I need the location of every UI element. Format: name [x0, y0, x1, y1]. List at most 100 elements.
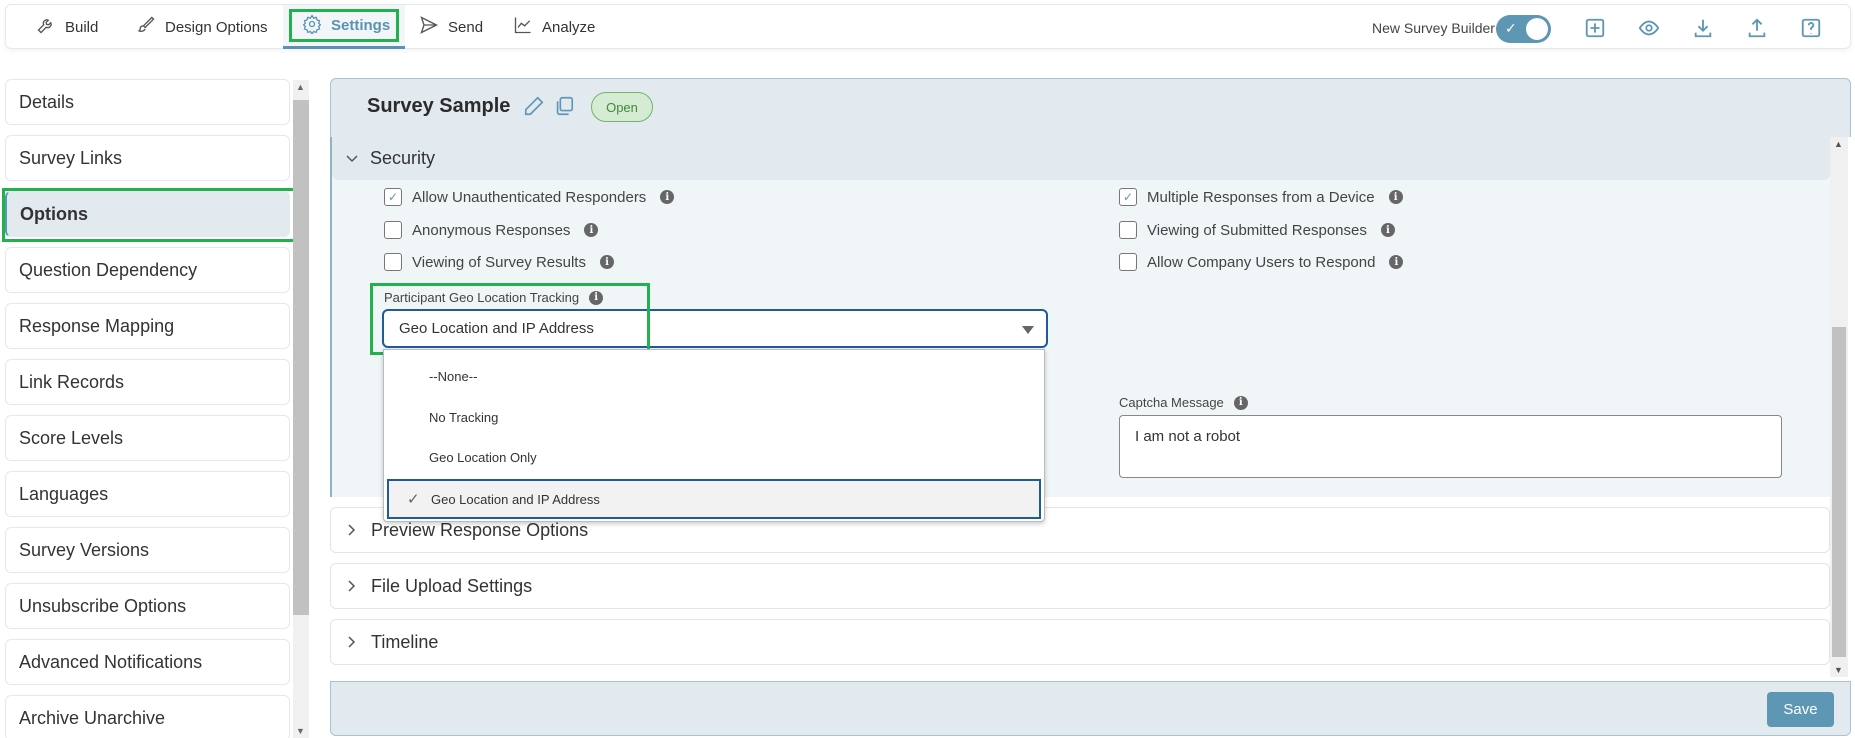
- option-label: Anonymous Responses: [412, 221, 571, 239]
- tab-settings[interactable]: Settings: [283, 5, 405, 49]
- checkbox-unchecked[interactable]: [1119, 221, 1137, 239]
- sidebar-item-label: Unsubscribe Options: [19, 595, 187, 616]
- info-icon[interactable]: i: [1389, 255, 1404, 269]
- tab-design-options[interactable]: Design Options: [136, 5, 268, 49]
- sidebar-item-link-records[interactable]: Link Records: [5, 359, 290, 405]
- info-icon[interactable]: i: [1233, 395, 1248, 410]
- sidebar-item-survey-versions[interactable]: Survey Versions: [5, 527, 290, 573]
- security-section-header[interactable]: Security: [332, 137, 1830, 180]
- sidebar-item-options[interactable]: Options: [2, 188, 300, 242]
- option-viewing-submitted-responses[interactable]: Viewing of Submitted Responses i: [1119, 221, 1395, 239]
- survey-header: Survey Sample Open: [330, 78, 1851, 137]
- pencil-icon[interactable]: [523, 95, 545, 117]
- info-icon[interactable]: i: [660, 190, 675, 204]
- sidebar-item-score-levels[interactable]: Score Levels: [5, 415, 290, 461]
- section-file-upload-settings[interactable]: File Upload Settings: [330, 563, 1830, 609]
- option-label: Viewing of Survey Results: [412, 253, 586, 271]
- section-title: Timeline: [371, 631, 439, 652]
- save-button[interactable]: Save: [1767, 692, 1834, 727]
- chevron-right-icon: [343, 522, 359, 538]
- sidebar-item-label: Languages: [19, 483, 109, 504]
- info-icon[interactable]: i: [584, 223, 599, 237]
- scrollbar-thumb[interactable]: [1832, 327, 1846, 657]
- tab-build[interactable]: Build: [36, 5, 98, 49]
- dropdown-option-geo-only[interactable]: Geo Location Only: [384, 437, 1044, 477]
- upload-icon[interactable]: [1746, 17, 1768, 39]
- check-icon: ✓: [1505, 20, 1517, 36]
- highlight-box: [289, 9, 399, 42]
- info-icon[interactable]: i: [589, 290, 604, 305]
- option-label: No Tracking: [429, 409, 499, 425]
- sidebar-item-label: Link Records: [19, 371, 125, 392]
- dropdown-option-no-tracking[interactable]: No Tracking: [384, 397, 1044, 437]
- chevron-right-icon: [343, 634, 359, 650]
- scroll-down-arrow-icon[interactable]: ▼: [296, 726, 305, 736]
- sidebar-item-unsubscribe-options[interactable]: Unsubscribe Options: [5, 583, 290, 629]
- sidebar-item-label: Archive Unarchive: [19, 707, 166, 728]
- main-scrollbar[interactable]: ▲ ▼: [1830, 137, 1848, 677]
- option-allow-company-users[interactable]: Allow Company Users to Respond i: [1119, 253, 1404, 271]
- option-anonymous-responses[interactable]: Anonymous Responses i: [384, 221, 599, 239]
- section-title: Preview Response Options: [371, 519, 589, 540]
- geo-tracking-dropdown-menu: --None-- No Tracking Geo Location Only ✓…: [383, 349, 1045, 522]
- scroll-up-arrow-icon[interactable]: ▲: [1834, 139, 1843, 149]
- dropdown-option-geo-and-ip[interactable]: ✓ Geo Location and IP Address: [387, 479, 1041, 519]
- section-timeline[interactable]: Timeline: [330, 619, 1830, 665]
- dropdown-option-none[interactable]: --None--: [384, 356, 1044, 396]
- new-survey-builder-label: New Survey Builder: [1372, 20, 1495, 36]
- option-label: Multiple Responses from a Device: [1147, 188, 1375, 206]
- sidebar-item-label: Survey Links: [19, 147, 123, 168]
- dropdown-caret-icon: [1022, 326, 1034, 334]
- tab-send[interactable]: Send: [419, 5, 483, 49]
- wrench-icon: [36, 15, 56, 39]
- scroll-down-arrow-icon[interactable]: ▼: [1834, 665, 1843, 675]
- sidebar-item-advanced-notifications[interactable]: Advanced Notifications: [5, 639, 290, 685]
- checkbox-unchecked[interactable]: [384, 253, 402, 271]
- sidebar-item-archive-unarchive[interactable]: Archive Unarchive: [5, 695, 290, 738]
- info-icon[interactable]: i: [1380, 223, 1395, 237]
- tab-design-options-label: Design Options: [165, 18, 268, 36]
- security-section-title: Security: [370, 148, 436, 168]
- geo-tracking-select[interactable]: Geo Location and IP Address: [382, 309, 1048, 348]
- preview-eye-icon[interactable]: [1638, 17, 1660, 39]
- option-label: Geo Location Only: [429, 449, 537, 465]
- checkbox-unchecked[interactable]: [1119, 253, 1137, 271]
- option-label: Allow Unauthenticated Responders: [412, 188, 647, 206]
- option-viewing-survey-results[interactable]: Viewing of Survey Results i: [384, 253, 614, 271]
- option-multiple-responses-device[interactable]: ✓ Multiple Responses from a Device i: [1119, 188, 1403, 206]
- geo-tracking-value: Geo Location and IP Address: [399, 320, 594, 337]
- brush-icon: [136, 15, 156, 39]
- toggle-knob: [1526, 18, 1548, 40]
- sidebar-item-label: Response Mapping: [19, 315, 175, 336]
- new-survey-builder-toggle[interactable]: ✓: [1496, 15, 1551, 43]
- footer-bar: Save: [330, 681, 1851, 736]
- help-icon[interactable]: [1800, 17, 1822, 39]
- status-badge: Open: [591, 92, 653, 122]
- tab-analyze[interactable]: Analyze: [513, 5, 595, 49]
- sidebar-item-response-mapping[interactable]: Response Mapping: [5, 303, 290, 349]
- send-icon: [419, 15, 439, 39]
- option-allow-unauthenticated[interactable]: ✓ Allow Unauthenticated Responders i: [384, 188, 675, 206]
- sidebar-scrollbar[interactable]: ▲ ▼: [293, 80, 309, 738]
- captcha-message-label: Captcha Message i: [1119, 395, 1248, 410]
- chart-icon: [513, 15, 533, 39]
- option-label: Viewing of Submitted Responses: [1147, 221, 1367, 239]
- info-icon[interactable]: i: [599, 255, 614, 269]
- option-label: Allow Company Users to Respond: [1147, 253, 1376, 271]
- add-icon[interactable]: [1584, 17, 1606, 39]
- info-icon[interactable]: i: [1388, 190, 1403, 204]
- copy-icon[interactable]: [553, 95, 575, 117]
- scrollbar-thumb[interactable]: [293, 100, 309, 615]
- geo-tracking-label: Participant Geo Location Tracking i: [384, 290, 604, 305]
- sidebar-item-languages[interactable]: Languages: [5, 471, 290, 517]
- checkbox-unchecked[interactable]: [384, 221, 402, 239]
- checkbox-checked[interactable]: ✓: [384, 188, 402, 206]
- captcha-message-input[interactable]: I am not a robot: [1119, 415, 1782, 478]
- chevron-down-icon: [344, 150, 360, 166]
- download-icon[interactable]: [1692, 17, 1714, 39]
- sidebar-item-survey-links[interactable]: Survey Links: [5, 135, 290, 181]
- sidebar-item-question-dependency[interactable]: Question Dependency: [5, 247, 290, 293]
- scroll-up-arrow-icon[interactable]: ▲: [296, 82, 305, 92]
- checkbox-checked[interactable]: ✓: [1119, 188, 1137, 206]
- sidebar-item-details[interactable]: Details: [5, 79, 290, 125]
